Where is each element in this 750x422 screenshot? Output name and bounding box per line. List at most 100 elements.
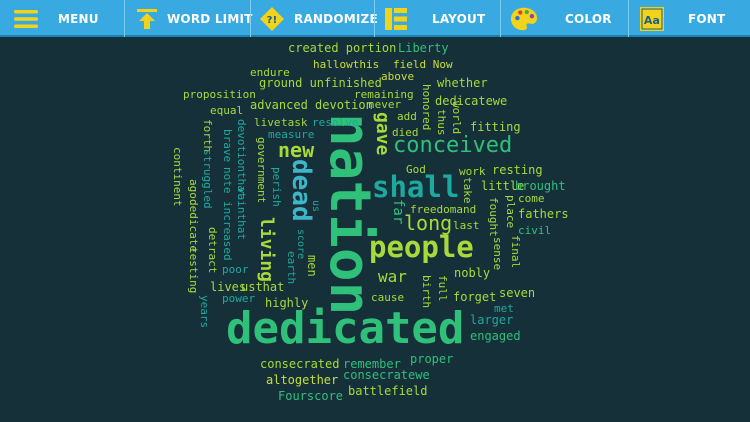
- cloud-word: created portion: [288, 41, 397, 55]
- cloud-word: hallowthis: [313, 58, 380, 71]
- cloud-word: forget: [453, 290, 497, 304]
- separator: [374, 0, 375, 37]
- dice-icon: ?!: [258, 5, 286, 33]
- cloud-word: nation: [317, 113, 382, 316]
- cloud-word: war: [378, 267, 407, 286]
- cloud-word: nobly: [454, 266, 491, 280]
- menu-label: MENU: [58, 11, 99, 26]
- cloud-word: dead: [286, 159, 316, 222]
- cloud-word: shall: [372, 170, 460, 204]
- cloud-word: come: [518, 192, 545, 205]
- cloud-word: full: [436, 275, 449, 302]
- cloud-word: men: [305, 255, 319, 277]
- cloud-word: thus: [435, 109, 448, 136]
- randomize-button[interactable]: ?! RANDOMIZE: [258, 0, 378, 37]
- cloud-word: struggled: [201, 149, 214, 209]
- cloud-word: whether: [437, 76, 488, 90]
- cloud-word: vainthat: [235, 187, 248, 240]
- menu-button[interactable]: MENU: [12, 0, 99, 37]
- toolbar: MENU WORD LIMIT ?! RANDOMIZE LAYOUT COLO…: [0, 0, 750, 37]
- word-limit-label: WORD LIMIT: [167, 11, 253, 26]
- cloud-word: fought: [487, 197, 500, 237]
- cloud-word: work: [459, 165, 486, 178]
- font-glyph: Aa: [644, 14, 660, 27]
- cloud-word: altogether: [266, 373, 339, 387]
- cloud-word: task: [281, 116, 308, 129]
- randomize-label: RANDOMIZE: [294, 11, 378, 26]
- cloud-word: never: [368, 98, 402, 111]
- cloud-word: engaged: [470, 329, 521, 343]
- cloud-word: place: [504, 195, 517, 229]
- cloud-word: government: [255, 137, 268, 204]
- cloud-word: honored: [420, 84, 433, 131]
- cloud-word: ago: [187, 179, 200, 199]
- font-label: FONT: [688, 11, 726, 26]
- layout-button[interactable]: LAYOUT: [382, 0, 485, 37]
- cloud-word: Fourscore: [278, 389, 344, 403]
- cloud-word: take: [461, 177, 474, 204]
- cloud-word: note: [221, 167, 234, 194]
- word-limit-button[interactable]: WORD LIMIT: [133, 0, 253, 37]
- cloud-word: long: [404, 211, 453, 235]
- cloud-word: detract: [206, 227, 219, 274]
- cloud-word: brought: [515, 179, 566, 193]
- hamburger-icon: [12, 5, 40, 33]
- separator: [628, 0, 629, 37]
- color-button[interactable]: COLOR: [510, 0, 612, 37]
- cloud-word: proper: [410, 352, 454, 366]
- cloud-word: poor: [222, 263, 249, 276]
- dice-glyph: ?!: [267, 15, 278, 26]
- cloud-word: birth: [420, 275, 433, 309]
- palette-icon: [510, 5, 538, 33]
- cloud-word: equal: [210, 104, 244, 117]
- cloud-word: last: [453, 219, 480, 232]
- cloud-word: testing: [187, 247, 200, 294]
- color-label: COLOR: [565, 11, 612, 26]
- cloud-word: fathers: [518, 207, 569, 221]
- cloud-word: brave: [221, 129, 234, 163]
- word-cloud: nation dedicated people shall dead conce…: [0, 37, 750, 422]
- font-icon: Aa: [638, 5, 666, 33]
- cloud-word: dedicated: [226, 303, 465, 354]
- cloud-word: consecratewe: [343, 368, 430, 382]
- cloud-word: increased: [221, 201, 234, 261]
- cloud-word: power: [222, 292, 256, 305]
- cloud-word: far: [390, 199, 406, 225]
- cloud-word: years: [198, 295, 211, 329]
- cloud-word: Liberty: [398, 41, 449, 55]
- cloud-word: final: [509, 235, 522, 269]
- cloud-word: freedomand: [410, 203, 477, 216]
- cloud-word: field Now: [393, 58, 453, 71]
- cloud-word: civil: [518, 224, 552, 237]
- cloud-word: proposition: [183, 88, 256, 101]
- cloud-word: gave: [372, 112, 393, 156]
- cloud-word: resolve: [312, 116, 359, 129]
- cloud-word: us: [310, 200, 321, 213]
- cloud-word: living: [256, 217, 277, 283]
- layout-label: LAYOUT: [432, 11, 486, 26]
- cloud-word: battlefield: [348, 384, 428, 398]
- cloud-word: dedicatewe: [435, 94, 508, 108]
- layout-icon: [382, 5, 410, 33]
- cloud-word: advanced devotion: [250, 98, 373, 112]
- cloud-word: resting: [492, 163, 543, 177]
- cloud-word: fitting: [470, 120, 521, 134]
- cloud-word: larger: [470, 313, 514, 327]
- font-button[interactable]: Aa FONT: [638, 0, 725, 37]
- separator: [500, 0, 501, 37]
- cloud-word: score: [295, 229, 306, 260]
- arrow-up-icon: [133, 5, 161, 33]
- cloud-word: measure: [268, 128, 315, 141]
- cloud-word: seven: [499, 286, 536, 300]
- separator: [124, 0, 125, 37]
- cloud-word: above: [381, 70, 415, 83]
- cloud-word: forth: [201, 119, 214, 153]
- cloud-word: add: [397, 110, 417, 123]
- cloud-word: people: [369, 230, 474, 264]
- cloud-word: continent: [171, 147, 184, 207]
- cloud-word: highly: [265, 296, 309, 310]
- cloud-word: dedicate: [187, 199, 200, 252]
- separator: [250, 0, 251, 37]
- cloud-word: world: [450, 101, 463, 135]
- cloud-word: live: [254, 116, 281, 129]
